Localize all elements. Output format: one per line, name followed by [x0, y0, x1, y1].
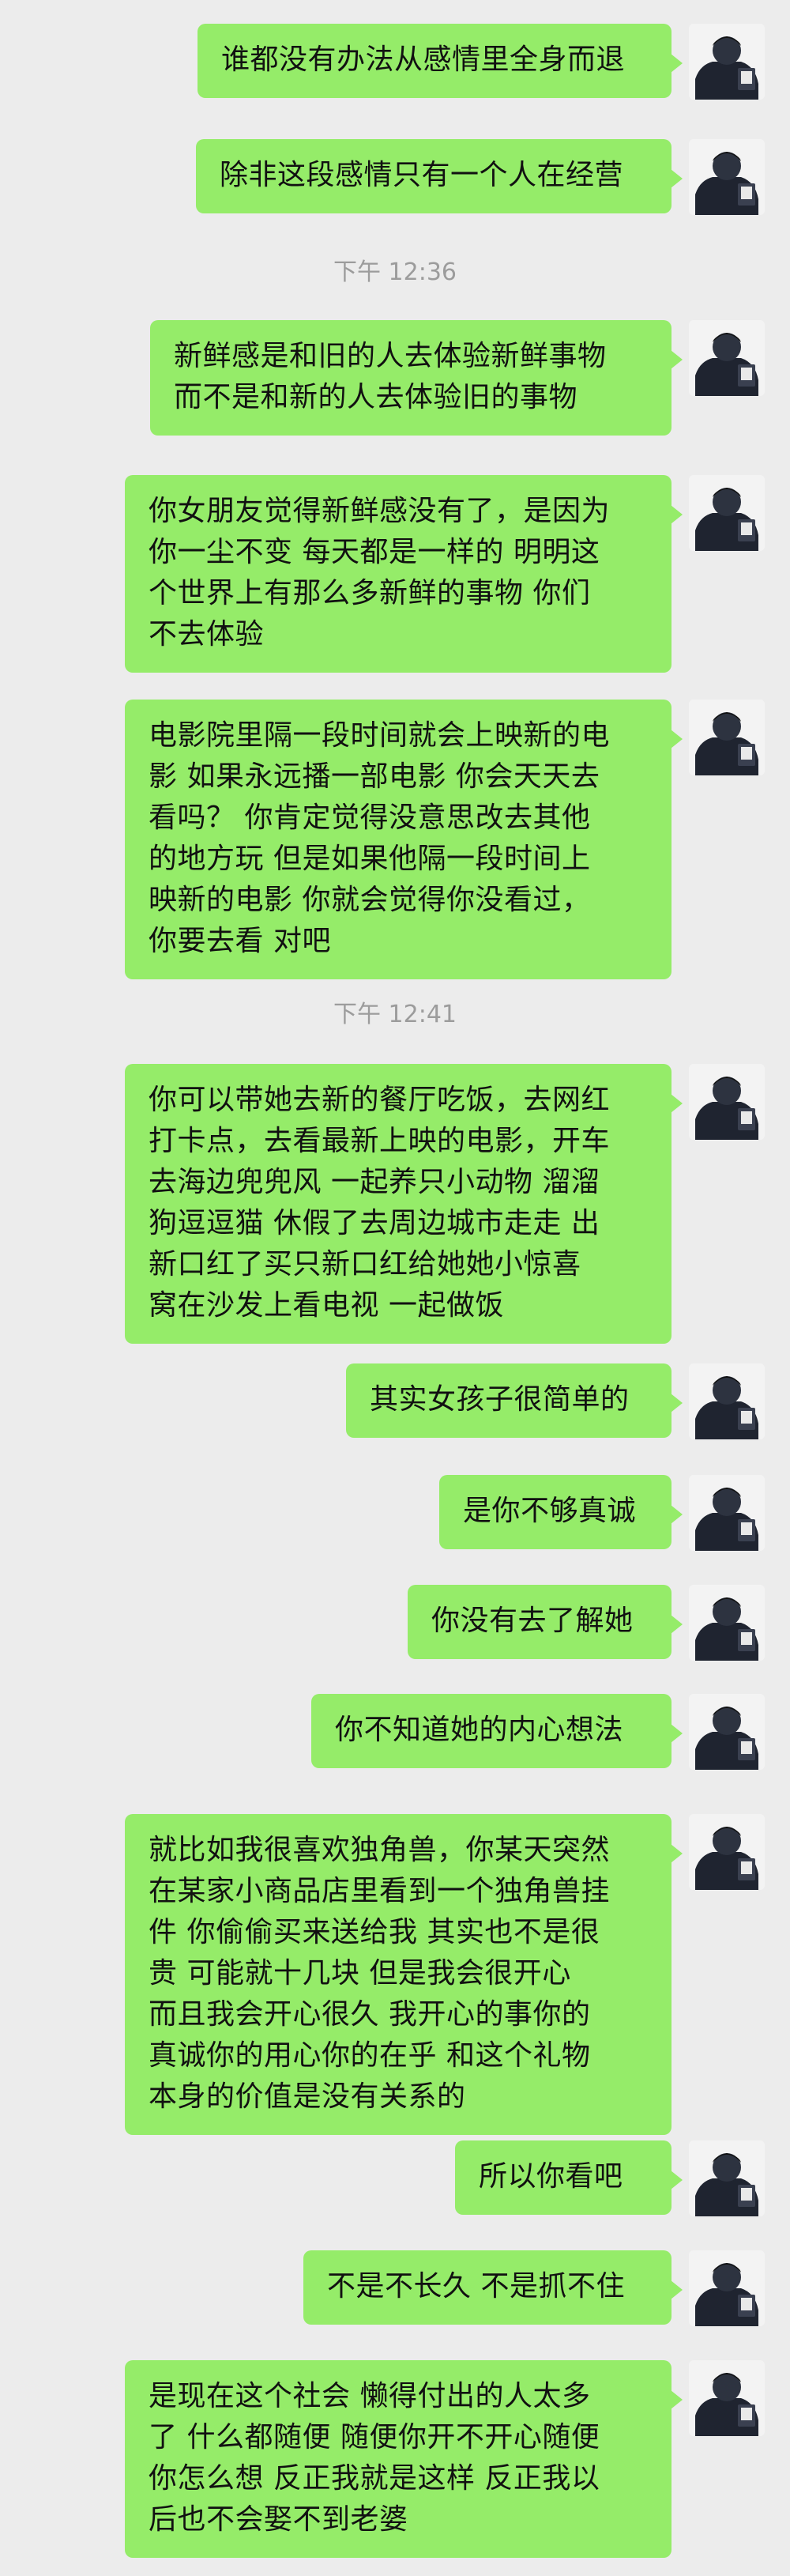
message-text: 你可以带她去新的餐厅吃饭，去网红 打卡点，去看最新上映的电影，开车 去海边兜兜风…: [149, 1084, 611, 1322]
message-text: 电影院里隔一段时间就会上映新的电 影 如果永远播一部电影 你会天天去 看吗？ 你…: [149, 719, 611, 957]
avatar[interactable]: [689, 1363, 765, 1439]
message-text: 是你不够真诚: [463, 1495, 637, 1527]
message-bubble[interactable]: 其实女孩子很简单的: [346, 1363, 683, 1438]
user-avatar-icon: [689, 1475, 765, 1551]
message-bubble[interactable]: 就比如我很喜欢独角兽，你某天突然 在某家小商品店里看到一个独角兽挂 件 你偷偷买…: [125, 1814, 683, 2135]
avatar[interactable]: [689, 700, 765, 775]
message-bubble[interactable]: 你不知道她的内心想法: [311, 1694, 683, 1768]
avatar[interactable]: [689, 1475, 765, 1551]
user-avatar-icon: [689, 700, 765, 775]
message-text: 除非这段感情只有一个人在经营: [220, 159, 624, 191]
user-avatar-icon: [689, 475, 765, 551]
message-text: 其实女孩子很简单的: [370, 1383, 630, 1416]
user-avatar-icon: [689, 2360, 765, 2436]
message-text: 你没有去了解她: [431, 1605, 634, 1637]
message-bubble[interactable]: 你女朋友觉得新鲜感没有了，是因为 你一尘不变 每天都是一样的 明明这 个世界上有…: [125, 475, 683, 673]
user-avatar-icon: [689, 1363, 765, 1439]
message-row: 你可以带她去新的餐厅吃饭，去网红 打卡点，去看最新上映的电影，开车 去海边兜兜风…: [125, 1064, 765, 1344]
message-bubble[interactable]: 除非这段感情只有一个人在经营: [196, 139, 683, 213]
message-text: 所以你看吧: [479, 2160, 623, 2193]
user-avatar-icon: [689, 1064, 765, 1140]
message-row: 你女朋友觉得新鲜感没有了，是因为 你一尘不变 每天都是一样的 明明这 个世界上有…: [125, 475, 765, 673]
user-avatar-icon: [689, 1585, 765, 1661]
message-bubble[interactable]: 是现在这个社会 懒得付出的人太多 了 什么都随便 随便你开不开心随便 你怎么想 …: [125, 2360, 683, 2558]
user-avatar-icon: [689, 320, 765, 396]
user-avatar-icon: [689, 24, 765, 100]
message-text: 就比如我很喜欢独角兽，你某天突然 在某家小商品店里看到一个独角兽挂 件 你偷偷买…: [149, 1834, 611, 2113]
chat-window: 谁都没有办法从感情里全身而退 除非这段感情只有一个人在经营 下午 12:36 新…: [0, 0, 790, 2576]
message-text: 不是不长久 不是抓不住: [327, 2270, 625, 2303]
message-row: 就比如我很喜欢独角兽，你某天突然 在某家小商品店里看到一个独角兽挂 件 你偷偷买…: [125, 1814, 765, 2135]
avatar[interactable]: [689, 1814, 765, 1890]
message-row: 新鲜感是和旧的人去体验新鲜事物 而不是和新的人去体验旧的事物: [150, 320, 765, 436]
message-bubble[interactable]: 是你不够真诚: [439, 1475, 683, 1549]
message-bubble[interactable]: 谁都没有办法从感情里全身而退: [198, 24, 683, 98]
message-row: 所以你看吧: [455, 2140, 765, 2216]
avatar[interactable]: [689, 1694, 765, 1770]
avatar[interactable]: [689, 2140, 765, 2216]
message-text: 新鲜感是和旧的人去体验新鲜事物 而不是和新的人去体验旧的事物: [174, 340, 607, 413]
message-bubble[interactable]: 不是不长久 不是抓不住: [303, 2250, 683, 2325]
message-bubble[interactable]: 新鲜感是和旧的人去体验新鲜事物 而不是和新的人去体验旧的事物: [150, 320, 683, 436]
avatar[interactable]: [689, 2250, 765, 2326]
avatar[interactable]: [689, 139, 765, 215]
message-text: 你不知道她的内心想法: [335, 1714, 624, 1746]
message-row: 除非这段感情只有一个人在经营: [196, 139, 765, 215]
avatar[interactable]: [689, 1064, 765, 1140]
message-row: 电影院里隔一段时间就会上映新的电 影 如果永远播一部电影 你会天天去 看吗？ 你…: [125, 700, 765, 979]
user-avatar-icon: [689, 1694, 765, 1770]
message-row: 你不知道她的内心想法: [311, 1694, 765, 1770]
message-row: 你没有去了解她: [408, 1585, 765, 1661]
avatar[interactable]: [689, 2360, 765, 2436]
message-row: 其实女孩子很简单的: [346, 1363, 765, 1439]
avatar[interactable]: [689, 1585, 765, 1661]
user-avatar-icon: [689, 1814, 765, 1890]
message-bubble[interactable]: 你没有去了解她: [408, 1585, 683, 1659]
timestamp: 下午 12:41: [333, 1001, 457, 1028]
avatar[interactable]: [689, 24, 765, 100]
message-row: 不是不长久 不是抓不住: [303, 2250, 765, 2326]
timestamp: 下午 12:36: [333, 258, 457, 286]
message-row: 是现在这个社会 懒得付出的人太多 了 什么都随便 随便你开不开心随便 你怎么想 …: [125, 2360, 765, 2558]
user-avatar-icon: [689, 139, 765, 215]
message-row: 谁都没有办法从感情里全身而退: [198, 24, 765, 100]
message-bubble[interactable]: 电影院里隔一段时间就会上映新的电 影 如果永远播一部电影 你会天天去 看吗？ 你…: [125, 700, 683, 979]
avatar[interactable]: [689, 320, 765, 396]
message-bubble[interactable]: 所以你看吧: [455, 2140, 683, 2215]
message-row: 是你不够真诚: [439, 1475, 765, 1551]
message-bubble[interactable]: 你可以带她去新的餐厅吃饭，去网红 打卡点，去看最新上映的电影，开车 去海边兜兜风…: [125, 1064, 683, 1344]
message-text: 谁都没有办法从感情里全身而退: [221, 43, 626, 76]
user-avatar-icon: [689, 2250, 765, 2326]
message-text: 是现在这个社会 懒得付出的人太多 了 什么都随便 随便你开不开心随便 你怎么想 …: [149, 2380, 600, 2536]
user-avatar-icon: [689, 2140, 765, 2216]
message-text: 你女朋友觉得新鲜感没有了，是因为 你一尘不变 每天都是一样的 明明这 个世界上有…: [149, 495, 611, 651]
avatar[interactable]: [689, 475, 765, 551]
